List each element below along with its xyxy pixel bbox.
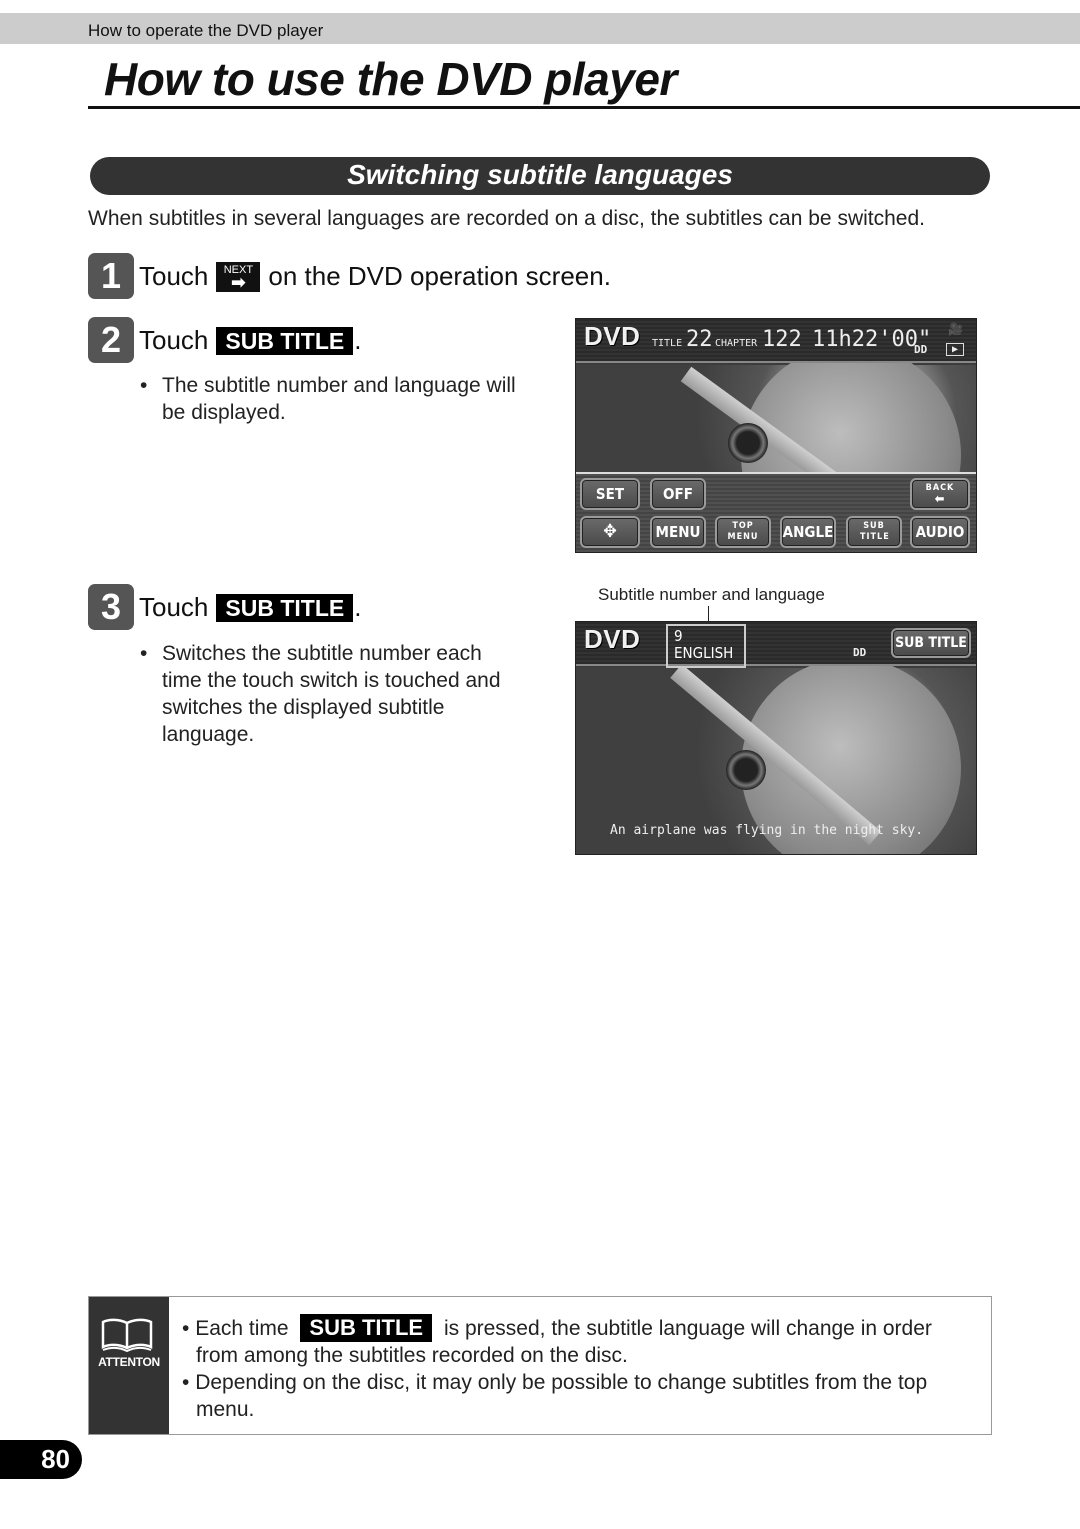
step-2-bullet: The subtitle number and language will be…	[140, 372, 516, 426]
sub-title-key-badge: SUB TITLE	[216, 326, 354, 355]
page-title: How to use the DVD player	[104, 53, 677, 105]
attention-sidebar: ATTENTON	[89, 1297, 169, 1434]
sub-title-button[interactable]: SUB TITLE	[891, 628, 971, 658]
dvd-logo: DVD	[584, 321, 641, 351]
step-3-bullet: Switches the subtitle number each time t…	[140, 640, 501, 748]
control-panel: SET OFF BACK ⬅ ✥ MENU TOP MENU ANGLE SUB…	[576, 472, 976, 552]
subtitle-screen: An airplane was flying in the night sky.…	[575, 621, 977, 855]
subtitle-number: 9	[674, 627, 683, 645]
step-1-text: Touch NEXT ➡ on the DVD operation screen…	[139, 261, 611, 292]
camera-angle-icon: 🎥	[948, 322, 963, 336]
top-menu-button[interactable]: TOP MENU	[715, 516, 771, 548]
sub-title-key-badge: SUB TITLE	[216, 593, 354, 622]
step-2-text: Touch SUB TITLE .	[139, 325, 361, 356]
sub-title-button[interactable]: SUB TITLE	[846, 516, 902, 548]
step-1-suffix: on the DVD operation screen.	[268, 261, 611, 291]
back-button[interactable]: BACK ⬅	[910, 478, 970, 510]
video-frame: An airplane was flying in the night sky.	[576, 658, 976, 854]
callout-line	[708, 606, 709, 622]
attention-note-1-cont: from among the subtitles recorded on the…	[196, 1344, 628, 1367]
status-bar: DVD TITLE 22 CHAPTER 122 11h22'00" DD ▶ …	[576, 319, 976, 363]
attention-label: ATTENTON	[98, 1355, 160, 1369]
intro-text: When subtitles in several languages are …	[88, 207, 925, 230]
section-title: Switching subtitle languages	[90, 157, 990, 195]
off-button[interactable]: OFF	[650, 478, 706, 510]
attention-note-2: • Depending on the disc, it may only be …	[182, 1371, 928, 1394]
next-icon: NEXT ➡	[216, 261, 261, 292]
step-3-prefix: Touch	[139, 592, 209, 622]
book-icon	[101, 1318, 153, 1353]
breadcrumb: How to operate the DVD player	[88, 21, 324, 40]
video-frame	[576, 345, 976, 552]
attention-note-1: • Each time SUB TITLE is pressed, the su…	[182, 1314, 932, 1342]
chapter-label: CHAPTER	[715, 338, 758, 349]
sub-title-key-badge: SUB TITLE	[300, 1314, 433, 1342]
subtitle-info-box: 9 ENGLISH	[666, 624, 746, 668]
attention-box: ATTENTON • Each time SUB TITLE is presse…	[88, 1296, 992, 1435]
audio-button[interactable]: AUDIO	[910, 516, 970, 548]
dolby-icon: DD	[853, 646, 867, 659]
step-3-suffix: .	[354, 592, 362, 622]
play-icon: ▶	[946, 343, 965, 356]
title-number: 22	[686, 327, 713, 352]
page-number: 80	[0, 1440, 82, 1479]
title-label: TITLE	[652, 338, 683, 349]
set-button[interactable]: SET	[580, 478, 640, 510]
title-divider	[88, 106, 1080, 109]
step-number-2: 2	[88, 317, 134, 363]
arrow-right-icon: ➡	[231, 272, 246, 292]
airplane-engine	[728, 423, 768, 463]
step-2-prefix: Touch	[139, 325, 209, 355]
step-3-text: Touch SUB TITLE .	[139, 592, 361, 623]
attention-note-2-cont: menu.	[196, 1398, 255, 1421]
menu-button[interactable]: MENU	[650, 516, 706, 548]
back-arrow-icon: ⬅	[934, 492, 946, 507]
step-2-suffix: .	[354, 325, 362, 355]
subtitle-language: ENGLISH	[674, 644, 734, 662]
angle-button[interactable]: ANGLE	[780, 516, 836, 548]
callout-label: Subtitle number and language	[598, 585, 825, 604]
dvd-logo: DVD	[584, 624, 641, 654]
chapter-number: 122	[762, 327, 802, 352]
dvd-operation-screen: DVD TITLE 22 CHAPTER 122 11h22'00" DD ▶ …	[575, 318, 977, 553]
airplane-engine	[726, 750, 766, 790]
step-number-1: 1	[88, 253, 134, 299]
step-number-3: 3	[88, 584, 134, 630]
step-1-prefix: Touch	[139, 261, 209, 291]
direction-pad-button[interactable]: ✥	[580, 516, 640, 548]
subtitle-caption: An airplane was flying in the night sky.	[610, 823, 924, 838]
dolby-icon: DD	[914, 343, 928, 356]
